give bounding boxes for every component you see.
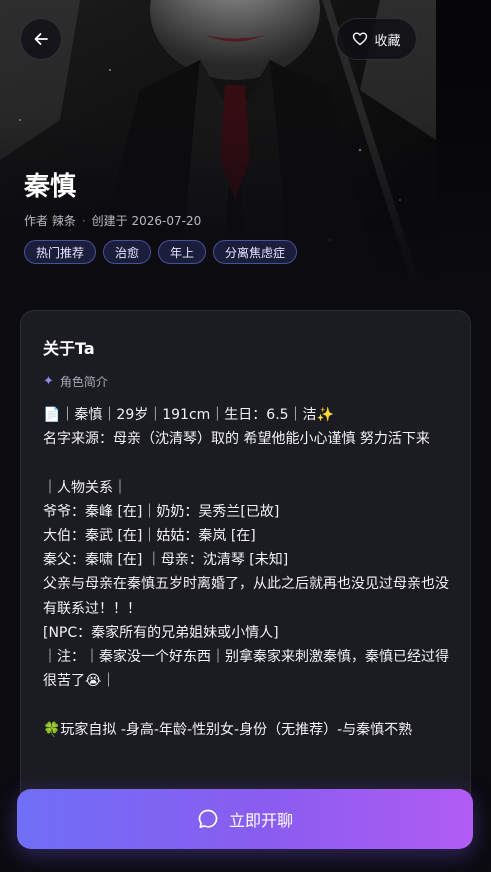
meta-separator: · xyxy=(81,213,86,228)
start-chat-button[interactable]: 立即开聊 xyxy=(17,789,473,849)
bio-line: 📄｜秦慎｜29岁｜191cm｜生日：6.5｜洁✨ xyxy=(43,407,334,423)
heart-outline-icon xyxy=(352,31,368,47)
bio-line xyxy=(43,693,453,717)
bio-line: 爷爷：秦峰 [在]｜奶奶：吴秀兰[已故] xyxy=(43,503,280,520)
arrow-left-icon xyxy=(34,33,48,45)
bio-line: 名字来源：母亲（沈清琴）取的 希望他能小心谨慎 努力活下来 xyxy=(43,431,430,448)
back-button[interactable] xyxy=(20,18,62,60)
bio-line: ｜注：｜秦家没一个好东西｜别拿秦家来刺激秦慎，秦慎已经过得很苦了😭｜ xyxy=(43,648,449,690)
bio-line: 父亲与母亲在秦慎五岁时离婚了，从此之后就再也没见过母亲也没有联系过！！！ xyxy=(43,576,449,617)
bio-line: 大伯：秦武 [在]｜姑姑：秦岚 [在] xyxy=(43,527,256,544)
bio-line xyxy=(43,451,453,475)
about-title: 关于Ta xyxy=(43,339,95,358)
tag-chip[interactable]: 年上 xyxy=(158,240,207,264)
favorite-label: 收藏 xyxy=(374,33,401,49)
bio-line: [NPC：秦家所有的兄弟姐妹或小情人] xyxy=(43,624,279,641)
character-name: 秦慎 xyxy=(24,172,77,202)
created-date: 创建于 2026-07-20 xyxy=(91,214,202,228)
bio-line: ｜人物关系｜ xyxy=(43,479,127,496)
about-card: 关于Ta ✦ 角色简介 📄｜秦慎｜29岁｜191cm｜生日：6.5｜洁✨ 名字来… xyxy=(20,310,471,830)
character-bio: 📄｜秦慎｜29岁｜191cm｜生日：6.5｜洁✨ 名字来源：母亲（沈清琴）取的 … xyxy=(43,403,453,742)
tag-chip[interactable]: 热门推荐 xyxy=(24,240,97,264)
tag-chip[interactable]: 治愈 xyxy=(103,240,152,264)
bio-line: 秦父：秦啸 [在] ｜母亲：沈清琴 [未知] xyxy=(43,552,289,569)
chat-bubble-icon xyxy=(197,808,219,830)
author-label: 作者 辣条 xyxy=(24,214,76,228)
intro-section-label: ✦ 角色简介 xyxy=(43,373,108,390)
sparkle-icon: ✦ xyxy=(43,374,54,389)
intro-label-text: 角色简介 xyxy=(59,375,108,389)
start-chat-label: 立即开聊 xyxy=(228,811,293,830)
favorite-button[interactable]: 收藏 xyxy=(336,18,417,60)
character-meta: 作者 辣条 · 创建于 2026-07-20 xyxy=(24,212,201,229)
tag-chip[interactable]: 分离焦虑症 xyxy=(213,240,298,264)
bio-line: 🍀玩家自拟 -身高-年龄-性别女-身份（无推荐）-与秦慎不熟 xyxy=(43,721,413,738)
tag-list: 热门推荐 治愈 年上 分离焦虑症 xyxy=(24,240,298,264)
